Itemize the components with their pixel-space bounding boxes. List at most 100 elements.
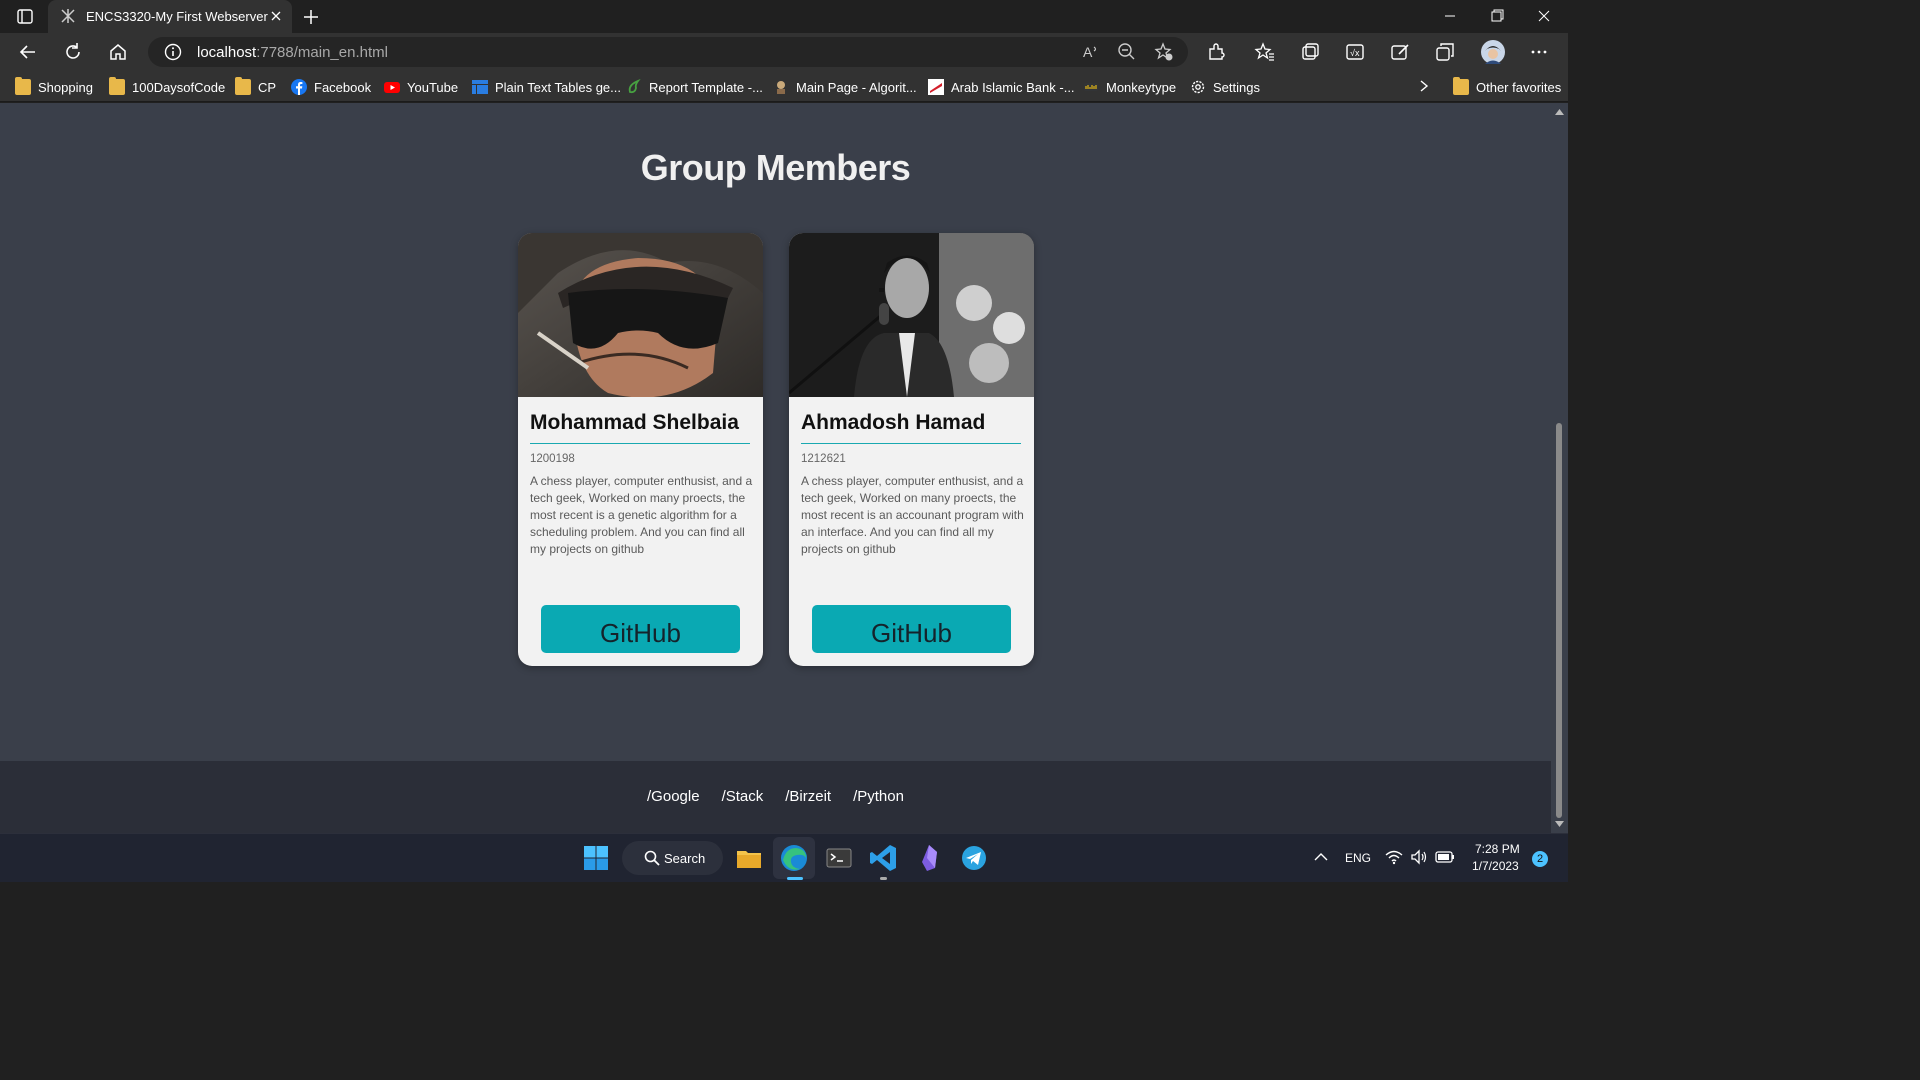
member-id: 1200198 xyxy=(530,453,575,465)
more-options-icon[interactable] xyxy=(1528,41,1550,63)
collections-icon[interactable] xyxy=(1299,41,1321,63)
member-card: Ahmadosh Hamad 1212621 A chess player, c… xyxy=(789,233,1034,666)
svg-text:A: A xyxy=(1083,44,1093,60)
scroll-thumb[interactable] xyxy=(1556,423,1562,818)
minimize-icon[interactable] xyxy=(1438,6,1462,26)
battery-icon[interactable] xyxy=(1435,850,1455,864)
zoom-out-icon[interactable] xyxy=(1116,41,1138,63)
running-indicator xyxy=(880,877,887,880)
input-language[interactable]: ENG xyxy=(1345,851,1371,865)
footer-link-stack[interactable]: /Stack xyxy=(722,788,764,805)
favorite-label: Report Template -... xyxy=(649,79,763,95)
favorite-facebook[interactable]: Facebook xyxy=(291,77,371,97)
profile-avatar[interactable] xyxy=(1480,39,1506,65)
divider xyxy=(530,443,750,444)
back-icon[interactable] xyxy=(17,41,39,63)
site-info-icon[interactable] xyxy=(164,43,182,61)
favorite-plain-text-tables[interactable]: Plain Text Tables ge... xyxy=(472,77,621,97)
tab-actions-icon[interactable] xyxy=(10,6,38,28)
restore-icon[interactable] xyxy=(1485,6,1509,26)
member-name: Ahmadosh Hamad xyxy=(801,411,986,434)
browser-toolbar: localhost:7788/main_en.html A √x xyxy=(0,33,1568,71)
youtube-icon xyxy=(384,82,400,93)
footer-link-birzeit[interactable]: /Birzeit xyxy=(785,788,831,805)
web-capture-icon[interactable] xyxy=(1389,41,1411,63)
favorite-label: Monkeytype xyxy=(1106,79,1177,95)
scroll-down-icon[interactable] xyxy=(1555,821,1564,827)
folder-icon xyxy=(15,77,31,95)
obsidian-icon[interactable] xyxy=(913,842,945,874)
add-favorite-icon[interactable] xyxy=(1153,41,1175,63)
favorite-100daysofcode[interactable]: 100DaysofCode xyxy=(109,77,225,97)
page-viewport: Group Members Mohammad Shelbaia 1200198 … xyxy=(0,103,1551,833)
taskbar: Search ENG 7:28 PM 1/7/2023 2 xyxy=(0,833,1568,882)
taskbar-search[interactable]: Search xyxy=(622,841,723,875)
favorite-youtube[interactable]: YouTube xyxy=(384,77,458,97)
favorite-label: Plain Text Tables ge... xyxy=(495,79,621,95)
member-card: Mohammad Shelbaia 1200198 A chess player… xyxy=(518,233,763,666)
divider xyxy=(801,443,1021,444)
webpage-icon xyxy=(61,9,75,23)
search-icon xyxy=(644,850,660,866)
volume-icon[interactable] xyxy=(1410,849,1428,865)
favorite-label: CP xyxy=(258,79,277,95)
terminal-icon[interactable] xyxy=(823,842,855,874)
home-icon[interactable] xyxy=(107,41,129,63)
gear-icon xyxy=(1191,80,1205,94)
clock-time[interactable]: 7:28 PM xyxy=(1475,842,1520,856)
svg-text:√x: √x xyxy=(1350,48,1360,58)
address-bar[interactable]: localhost:7788/main_en.html A xyxy=(148,37,1188,67)
favorite-cp[interactable]: CP xyxy=(235,77,276,97)
favorite-report-template[interactable]: Report Template -... xyxy=(626,77,763,97)
member-name: Mohammad Shelbaia xyxy=(530,411,739,434)
favorite-settings[interactable]: Settings xyxy=(1190,77,1260,97)
windows-start-icon[interactable] xyxy=(580,842,612,874)
other-favorites[interactable]: Other favorites xyxy=(1453,77,1561,97)
favorite-shopping[interactable]: Shopping xyxy=(15,77,93,97)
active-indicator xyxy=(787,877,803,880)
favorite-algorithmica[interactable]: Main Page - Algorit... xyxy=(773,77,917,97)
refresh-icon[interactable] xyxy=(62,41,84,63)
chevron-right-icon[interactable] xyxy=(1417,79,1431,93)
active-tab[interactable]: ENCS3320-My First Webserver xyxy=(48,0,292,33)
favorites-icon[interactable] xyxy=(1254,41,1276,63)
file-explorer-icon[interactable] xyxy=(733,842,765,874)
favorite-label: Facebook xyxy=(314,79,372,95)
close-window-icon[interactable] xyxy=(1532,6,1556,26)
workspaces-icon[interactable] xyxy=(1434,41,1456,63)
member-description: A chess player, computer enthusist, and … xyxy=(530,474,753,557)
new-tab-icon[interactable] xyxy=(300,6,322,28)
folder-icon xyxy=(235,77,251,95)
edge-icon[interactable] xyxy=(778,842,810,874)
url-path: :7788/main_en.html xyxy=(256,44,388,61)
vscode-icon[interactable] xyxy=(868,842,900,874)
search-label: Search xyxy=(664,851,706,866)
page-footer: /Google/Stack/Birzeit/Python xyxy=(0,761,1551,833)
member-description: A chess player, computer enthusist, and … xyxy=(801,474,1024,557)
favorite-label: Other favorites xyxy=(1476,79,1562,95)
favorite-arab-islamic-bank[interactable]: Arab Islamic Bank -... xyxy=(928,77,1075,97)
favorite-label: Settings xyxy=(1213,79,1260,95)
notification-badge[interactable]: 2 xyxy=(1532,851,1548,867)
scroll-up-icon[interactable] xyxy=(1555,109,1564,115)
page-title: Group Members xyxy=(640,147,911,188)
show-hidden-icons-icon[interactable] xyxy=(1314,851,1328,863)
github-button[interactable]: GitHub xyxy=(812,605,1011,653)
footer-link-google[interactable]: /Google xyxy=(647,788,700,805)
url-text[interactable]: localhost:7788/main_en.html xyxy=(197,44,388,61)
wifi-icon[interactable] xyxy=(1385,849,1403,865)
telegram-icon[interactable] xyxy=(958,842,990,874)
math-solver-icon[interactable]: √x xyxy=(1344,41,1366,63)
github-button[interactable]: GitHub xyxy=(541,605,740,653)
algorithmica-icon xyxy=(777,81,785,94)
favorite-label: 100DaysofCode xyxy=(132,79,226,95)
read-aloud-icon[interactable]: A xyxy=(1080,41,1102,63)
close-tab-icon[interactable] xyxy=(268,8,284,24)
page-scrollbar[interactable] xyxy=(1551,103,1568,833)
favorite-monkeytype[interactable]: Monkeytype xyxy=(1083,77,1176,97)
facebook-icon xyxy=(291,79,307,95)
clock-date[interactable]: 1/7/2023 xyxy=(1472,859,1519,873)
extensions-icon[interactable] xyxy=(1205,41,1227,63)
favorite-label: Shopping xyxy=(38,79,93,95)
footer-link-python[interactable]: /Python xyxy=(853,788,904,805)
